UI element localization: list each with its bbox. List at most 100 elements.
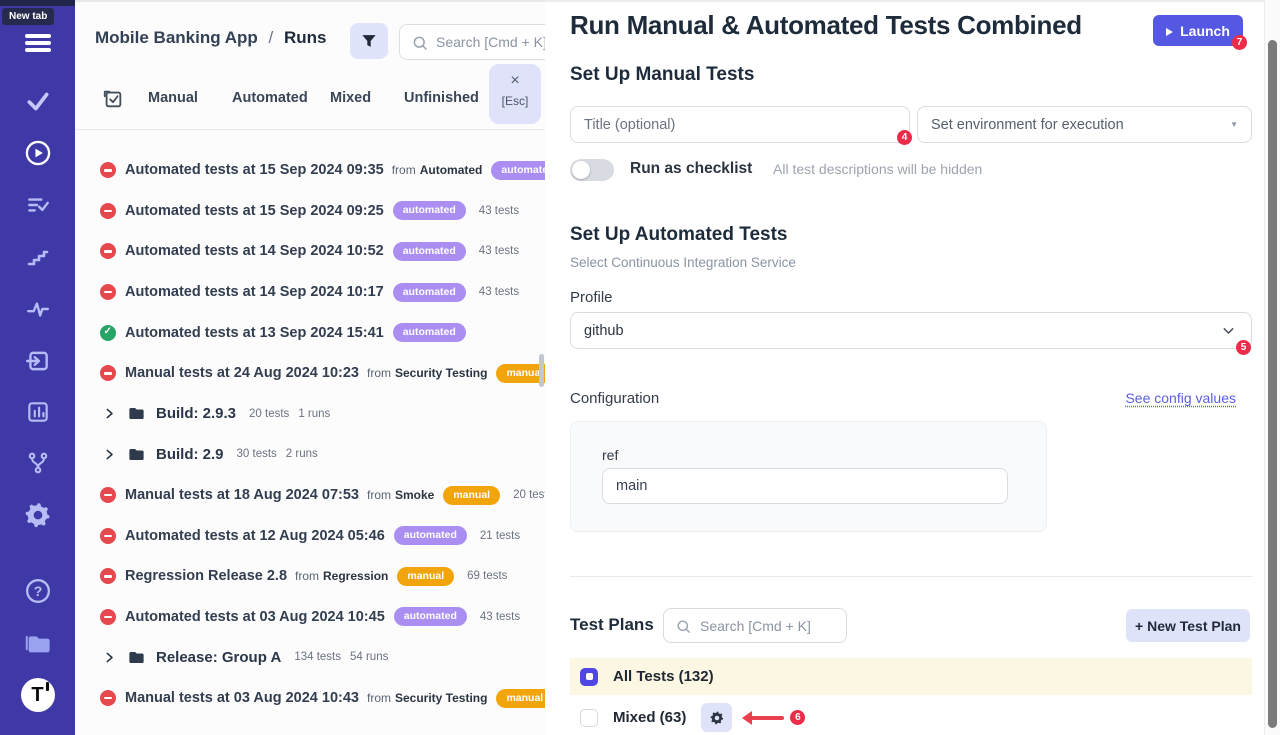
see-config-values-link[interactable]: See config values bbox=[1125, 390, 1236, 406]
test-plans-search[interactable] bbox=[663, 608, 847, 643]
run-list-item[interactable]: Automated tests at 15 Sep 2024 09:35 fro… bbox=[75, 150, 545, 191]
run-list-icon[interactable] bbox=[0, 190, 75, 220]
svg-text:?: ? bbox=[33, 583, 42, 599]
folder-runs-count: 2 runs bbox=[286, 448, 318, 460]
page-scrollbar-thumb[interactable] bbox=[1268, 40, 1277, 728]
run-type-badge: automated bbox=[394, 607, 467, 626]
run-list-item[interactable]: Automated tests at 12 Aug 2024 05:46 fro… bbox=[75, 515, 545, 556]
check-icon[interactable] bbox=[0, 86, 75, 116]
search-icon bbox=[411, 34, 429, 52]
projects-folder-icon[interactable] bbox=[0, 628, 75, 658]
run-title: Build: 2.9.3 bbox=[156, 405, 236, 422]
run-list-item[interactable]: Manual tests at 24 Aug 2024 10:23 from S… bbox=[75, 353, 545, 394]
run-from-label: from bbox=[392, 163, 416, 177]
automated-section-heading: Set Up Automated Tests bbox=[570, 224, 787, 246]
list-scrollbar-thumb[interactable] bbox=[539, 354, 544, 387]
run-title: Automated tests at 14 Sep 2024 10:17 bbox=[125, 284, 384, 300]
run-as-checklist-toggle[interactable] bbox=[570, 159, 614, 181]
tab-manual[interactable]: Manual bbox=[148, 90, 198, 106]
activity-icon[interactable] bbox=[0, 294, 75, 324]
page-scrollbar[interactable] bbox=[1264, 0, 1280, 735]
run-from-source: Security Testing bbox=[395, 366, 487, 380]
tab-mixed[interactable]: Mixed bbox=[330, 90, 371, 106]
run-folder-item[interactable]: Build: 2.9.3 from 20 tests 1 runs bbox=[75, 394, 545, 435]
test-plan-row-mixed[interactable]: Mixed (63) 6 bbox=[570, 699, 1252, 735]
branch-icon[interactable] bbox=[0, 448, 75, 478]
runs-list-panel: Mobile Banking App / Runs Manual Automat… bbox=[75, 0, 545, 735]
menu-icon[interactable] bbox=[0, 28, 75, 58]
test-plans-heading: Test Plans bbox=[570, 615, 654, 635]
breadcrumb: Mobile Banking App / Runs bbox=[95, 28, 326, 48]
help-icon[interactable]: ? bbox=[0, 576, 75, 606]
checkbox-empty-icon[interactable] bbox=[580, 709, 598, 727]
run-folder-item[interactable]: Build: 2.9 from 30 tests 2 runs bbox=[75, 434, 545, 475]
steps-icon[interactable] bbox=[0, 242, 75, 272]
run-type-badge: automated bbox=[393, 323, 466, 342]
run-status-icon bbox=[100, 568, 116, 584]
sidebar: New tab ? bbox=[0, 0, 75, 735]
run-list-item[interactable]: Automated tests at 15 Sep 2024 09:25 fro… bbox=[75, 191, 545, 232]
breadcrumb-page[interactable]: Runs bbox=[284, 28, 327, 47]
chevron-right-icon[interactable] bbox=[103, 448, 116, 461]
run-title: Regression Release 2.8 bbox=[125, 568, 287, 584]
import-icon[interactable] bbox=[0, 346, 75, 376]
tab-automated[interactable]: Automated bbox=[232, 90, 308, 106]
manual-section-heading: Set Up Manual Tests bbox=[570, 64, 754, 86]
profile-select[interactable]: github bbox=[570, 312, 1252, 349]
list-header: Mobile Banking App / Runs bbox=[75, 2, 545, 68]
run-list-item[interactable]: Automated tests at 03 Aug 2024 10:45 fro… bbox=[75, 597, 545, 638]
select-runs-icon[interactable] bbox=[102, 88, 124, 110]
run-type-badge: manual bbox=[397, 567, 454, 586]
breadcrumb-project[interactable]: Mobile Banking App bbox=[95, 28, 258, 47]
run-type-badge: automated bbox=[393, 283, 466, 302]
test-plan-row-all-tests[interactable]: All Tests (132) bbox=[570, 658, 1252, 695]
app-screen: New tab ? bbox=[0, 0, 1280, 735]
run-tests-count: 43 tests bbox=[479, 286, 519, 298]
environment-select[interactable]: Set environment for execution ▼ bbox=[917, 106, 1252, 143]
profile-label: Profile bbox=[570, 289, 613, 306]
run-list-item[interactable]: Automated tests at 13 Sep 2024 15:41 fro… bbox=[75, 312, 545, 353]
app-logo[interactable]: T bbox=[0, 676, 75, 714]
filter-button[interactable] bbox=[350, 23, 388, 59]
run-list-item[interactable]: Manual tests at 03 Aug 2024 10:43 from S… bbox=[75, 678, 545, 719]
test-plan-settings-button[interactable] bbox=[701, 703, 732, 732]
close-esc-button[interactable]: × [Esc] bbox=[489, 64, 541, 124]
folder-runs-count: 1 runs bbox=[298, 408, 330, 420]
run-tests-count: 30 tests bbox=[237, 448, 277, 460]
run-title: Release: Group A bbox=[156, 649, 281, 666]
play-icon bbox=[1166, 28, 1173, 36]
chevron-right-icon[interactable] bbox=[103, 651, 116, 664]
annotation-badge-7: 7 bbox=[1232, 35, 1247, 50]
settings-gear-icon[interactable] bbox=[0, 500, 75, 530]
run-list-item[interactable]: Automated tests at 14 Sep 2024 10:52 fro… bbox=[75, 231, 545, 272]
run-list-item[interactable]: Regression Release 2.8 from Regression m… bbox=[75, 556, 545, 597]
run-tests-count: 20 tests bbox=[249, 408, 289, 420]
play-circle-icon[interactable] bbox=[0, 138, 75, 168]
run-list-item[interactable]: Automated tests at 14 Sep 2024 10:17 fro… bbox=[75, 272, 545, 313]
run-type-badge: manual bbox=[496, 689, 545, 708]
run-folder-item[interactable]: Release: Group A from 134 tests 54 runs bbox=[75, 637, 545, 678]
run-title-input[interactable] bbox=[570, 106, 910, 143]
checkbox-checked-icon[interactable] bbox=[580, 668, 598, 686]
chevron-right-icon[interactable] bbox=[103, 407, 116, 420]
run-title: Automated tests at 03 Aug 2024 10:45 bbox=[125, 609, 385, 625]
tab-unfinished[interactable]: Unfinished bbox=[404, 90, 479, 106]
new-test-plan-button[interactable]: + New Test Plan bbox=[1126, 609, 1250, 642]
run-type-badge: automated bbox=[394, 526, 467, 545]
configuration-label: Configuration bbox=[570, 390, 659, 407]
launch-button[interactable]: Launch bbox=[1153, 15, 1243, 46]
ref-input[interactable] bbox=[602, 468, 1008, 504]
run-title: Automated tests at 12 Aug 2024 05:46 bbox=[125, 528, 385, 544]
run-title: Automated tests at 15 Sep 2024 09:35 bbox=[125, 162, 384, 178]
runs-search[interactable] bbox=[399, 24, 545, 60]
checklist-toggle-hint: All test descriptions will be hidden bbox=[773, 161, 982, 177]
run-title: Automated tests at 14 Sep 2024 10:52 bbox=[125, 243, 384, 259]
run-tests-count: 69 tests bbox=[467, 570, 507, 582]
gear-icon bbox=[709, 710, 725, 726]
run-tests-count: 43 tests bbox=[480, 611, 520, 623]
run-tests-count: 43 tests bbox=[479, 205, 519, 217]
report-icon[interactable] bbox=[0, 397, 75, 427]
run-tests-count: 134 tests bbox=[294, 651, 341, 663]
ci-service-subheading: Select Continuous Integration Service bbox=[570, 255, 796, 270]
run-list-item[interactable]: Manual tests at 18 Aug 2024 07:53 from S… bbox=[75, 475, 545, 516]
